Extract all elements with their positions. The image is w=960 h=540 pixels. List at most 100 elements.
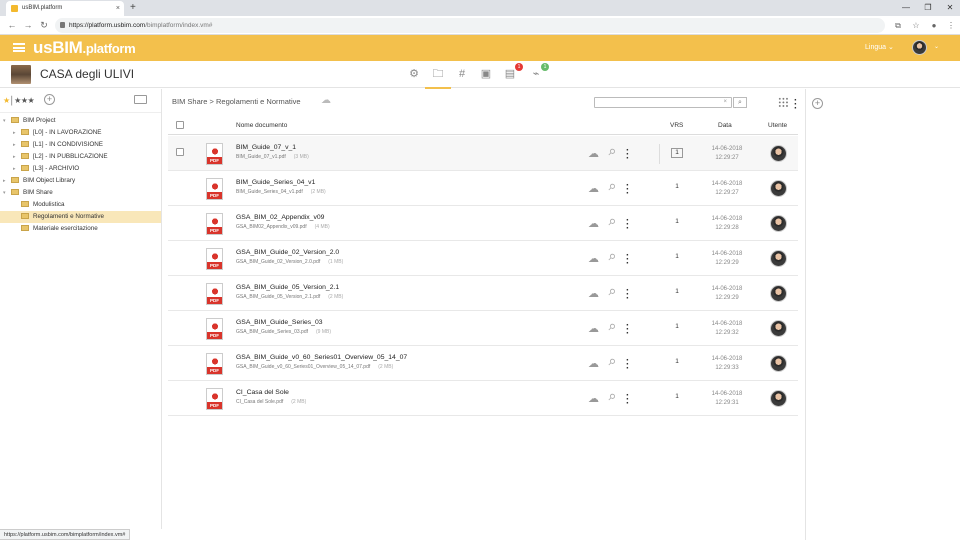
download-cloud-icon[interactable]: ☁ [588,357,599,370]
forward-icon[interactable]: → [22,18,34,33]
link-icon[interactable]: ⚲ [605,251,618,263]
table-row[interactable]: PDF GSA_BIM_Guide_02_Version_2.0 GSA_BIM_G… [168,241,798,276]
grid-view-icon[interactable] [778,97,789,108]
reload-icon[interactable]: ↻ [38,18,50,33]
row-kebab-icon[interactable]: · · · [626,286,629,304]
user-menu-chevron-icon[interactable]: ⌄ [934,43,939,50]
row-kebab-icon[interactable]: · · · [626,181,629,199]
document-name[interactable]: GSA_BIM_Guide_05_Version_2.1 [236,284,339,291]
document-name[interactable]: CI_Casa del Sole [236,389,289,396]
user-avatar[interactable] [770,355,787,372]
download-cloud-icon[interactable]: ☁ [588,252,599,265]
tree-node[interactable]: ▸ [L2] - IN PUBBLICAZIONE [0,151,161,163]
user-avatar[interactable] [770,285,787,302]
table-row[interactable]: PDF GSA_BIM_Guide_v0_60_Series01_Overview… [168,346,798,381]
view-options-kebab-icon[interactable]: · · · [794,96,797,114]
project-thumbnail[interactable] [11,65,31,84]
new-folder-icon[interactable] [134,95,147,104]
link-icon[interactable]: ⚲ [605,181,618,193]
upload-cloud-icon[interactable]: ☁ [321,95,331,106]
column-user[interactable]: Utente [768,116,787,135]
document-name[interactable]: GSA_BIM_02_Appendix_v09 [236,214,324,221]
tree-toggle-icon[interactable]: ▾ [3,115,11,127]
row-kebab-icon[interactable]: · · · [626,146,629,164]
back-icon[interactable]: ← [6,18,18,33]
link-icon[interactable]: ⚲ [605,391,618,403]
clipboard-icon[interactable]: ▤ 1 [502,63,523,82]
tree-toggle-icon[interactable]: ▸ [13,139,21,151]
download-cloud-icon[interactable]: ☁ [588,182,599,195]
download-cloud-icon[interactable]: ☁ [588,147,599,160]
add-folder-plus-icon[interactable]: + [44,94,55,105]
table-row[interactable]: PDF GSA_BIM_Guide_Series_03 GSA_BIM_Guide_… [168,311,798,346]
user-avatar[interactable] [770,215,787,232]
row-kebab-icon[interactable]: · · · [626,321,629,339]
document-name[interactable]: BIM_Guide_Series_04_v1 [236,179,315,186]
table-row[interactable]: PDF CI_Casa del Sole CI_Casa del Sole.pdf(… [168,381,798,416]
language-selector[interactable]: Lingua ⌄ [865,43,894,51]
row-checkbox[interactable] [176,148,184,156]
right-panel-add-icon[interactable]: + [812,98,823,109]
tree-node[interactable]: ▸ [L0] - IN LAVORAZIONE [0,127,161,139]
tree-toggle-icon[interactable]: ▸ [3,175,11,187]
table-row[interactable]: PDF BIM_Guide_Series_04_v1 BIM_Guide_Serie… [168,171,798,206]
tree-node[interactable]: ▸ [L3] - ARCHIVIO [0,163,161,175]
tab-close-icon[interactable]: × [116,1,120,16]
tree-toggle-icon[interactable]: ▸ [13,127,21,139]
row-kebab-icon[interactable]: · · · [626,356,629,374]
user-avatar[interactable] [770,180,787,197]
column-vrs[interactable]: VRS [670,116,683,135]
profile-icon[interactable]: ● [928,18,940,33]
select-all-checkbox[interactable] [176,121,184,129]
favorites-stars[interactable]: ★│★★★ [3,96,35,105]
link-icon[interactable]: ⚲ [605,321,618,333]
briefcase-icon[interactable]: ▣ [478,66,494,82]
search-icon[interactable]: ⌕ [733,97,747,108]
tree-toggle-icon[interactable]: ▸ [13,163,21,175]
row-kebab-icon[interactable]: · · · [626,216,629,234]
tree-node[interactable]: ▾ BIM Project [0,115,161,127]
user-avatar[interactable] [770,390,787,407]
gear-icon[interactable]: ⚙ [406,66,422,82]
document-name[interactable]: GSA_BIM_Guide_v0_60_Series01_Overview_05… [236,354,407,361]
hashtag-icon[interactable]: # [454,66,470,82]
window-close-icon[interactable]: ✕ [940,0,960,16]
folder-icon[interactable]: 🗀 [425,66,451,89]
browser-tab[interactable]: usBIM.platform × [6,1,124,16]
link-icon[interactable]: ⚲ [605,286,618,298]
hamburger-menu-icon[interactable] [13,43,25,52]
document-name[interactable]: GSA_BIM_Guide_Series_03 [236,319,323,326]
document-name[interactable]: GSA_BIM_Guide_02_Version_2.0 [236,249,339,256]
tree-node[interactable]: Modulistica [0,199,161,211]
download-cloud-icon[interactable]: ☁ [588,217,599,230]
user-avatar[interactable] [770,320,787,337]
table-row[interactable]: PDF GSA_BIM_Guide_05_Version_2.1 GSA_BIM_G… [168,276,798,311]
search-clear-icon[interactable]: × [723,99,727,105]
translate-icon[interactable]: ⧉ [892,18,904,33]
row-kebab-icon[interactable]: · · · [626,391,629,409]
column-name[interactable]: Nome documento [236,116,287,135]
row-kebab-icon[interactable]: · · · [626,251,629,269]
tree-node[interactable]: ▾ BIM Share [0,187,161,199]
app-logo[interactable]: usBIM.platform [33,38,136,58]
table-row[interactable]: PDF GSA_BIM_02_Appendix_v09 GSA_BIM02_Appe… [168,206,798,241]
link-icon[interactable]: ⚲ [605,216,618,228]
search-input[interactable]: × [594,97,732,108]
tree-node[interactable]: ▸ [L1] - IN CONDIVISIONE [0,139,161,151]
maximize-icon[interactable]: ❐ [918,0,938,16]
tree-toggle-icon[interactable]: ▾ [3,187,11,199]
bookmark-star-icon[interactable]: ☆ [910,18,922,33]
user-avatar[interactable] [770,250,787,267]
link-icon[interactable]: ⚲ [605,356,618,368]
new-tab-button[interactable]: + [130,1,136,15]
tree-node[interactable]: Regolamenti e Normative [0,211,161,223]
tree-node[interactable]: Materiale esercitazione [0,223,161,235]
tree-toggle-icon[interactable]: ▸ [13,151,21,163]
download-cloud-icon[interactable]: ☁ [588,287,599,300]
url-input[interactable]: https://platform.usbim.com/bimplatform/i… [55,18,885,33]
version-number[interactable]: 1 [671,148,683,158]
download-cloud-icon[interactable]: ☁ [588,392,599,405]
download-cloud-icon[interactable]: ☁ [588,322,599,335]
browser-menu-icon[interactable]: ⋮ [945,18,957,33]
user-avatar[interactable] [770,145,787,162]
